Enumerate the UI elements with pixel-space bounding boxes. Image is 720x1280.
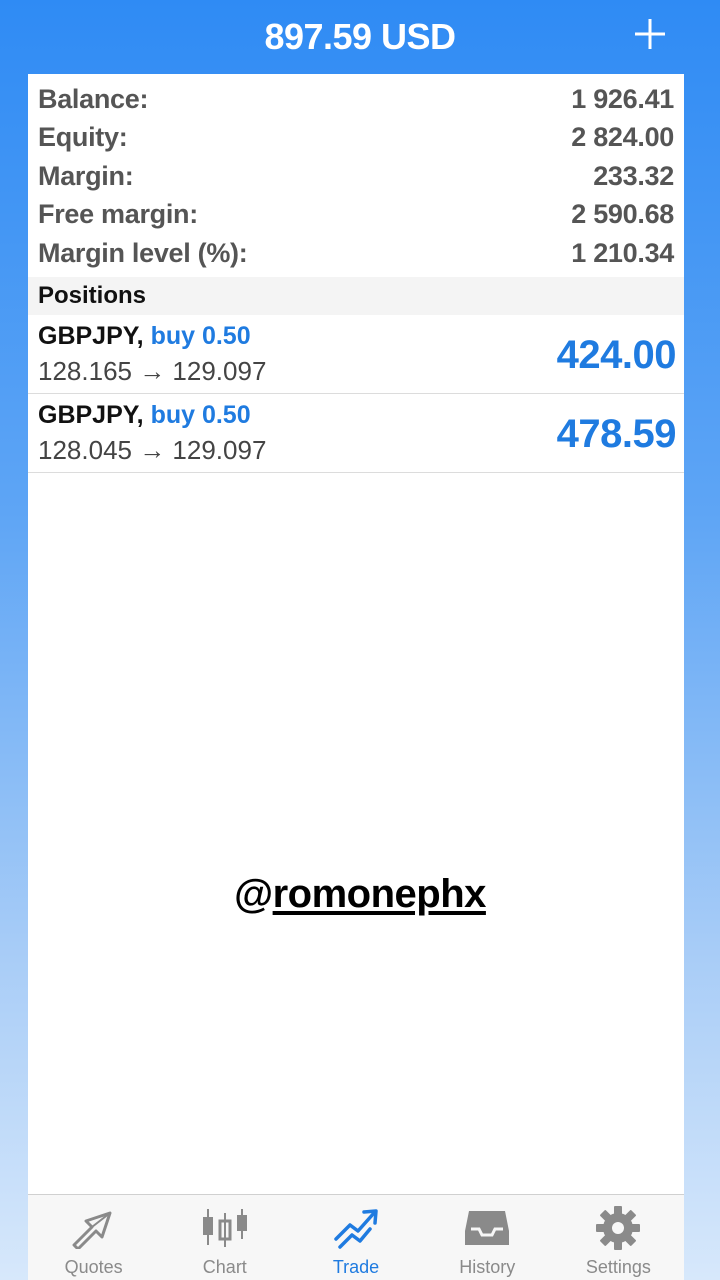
summary-row-balance: Balance: 1 926.41 [38, 80, 674, 119]
bottom-tab-bar: Quotes Chart Trade History Settings [28, 1194, 684, 1280]
position-row[interactable]: GBPJPY, buy 0.50 128.165 → 129.097 424.0… [28, 315, 684, 394]
watermark-username: romonephx [272, 872, 487, 916]
position-profit: 478.59 [556, 412, 677, 456]
tab-chart-label: Chart [202, 1257, 247, 1277]
tab-quotes[interactable]: Quotes [28, 1195, 159, 1280]
balance-value: 1 926.41 [571, 83, 674, 114]
position-symbol: GBPJPY, [38, 322, 144, 350]
balance-label: Balance: [38, 83, 149, 114]
position-side: buy 0.50 [150, 322, 251, 350]
tab-settings[interactable]: Settings [553, 1195, 684, 1280]
margin-value: 233.32 [593, 160, 674, 191]
position-symbol: GBPJPY, [38, 401, 144, 429]
account-equity-title: 897.59 USD [264, 16, 456, 57]
margin-level-value: 1 210.34 [571, 237, 674, 268]
gear-icon [593, 1205, 643, 1251]
tab-history-label: History [459, 1257, 516, 1277]
inbox-icon [462, 1205, 512, 1251]
watermark-handle: @romonephx [0, 872, 720, 917]
summary-row-free-margin: Free margin: 2 590.68 [38, 196, 674, 235]
free-margin-label: Free margin: [38, 199, 198, 230]
margin-level-label: Margin level (%): [38, 237, 248, 268]
quotes-icon [69, 1205, 119, 1251]
account-summary: Balance: 1 926.41 Equity: 2 824.00 Margi… [28, 74, 684, 277]
tab-chart[interactable]: Chart [159, 1195, 290, 1280]
summary-row-margin-level: Margin level (%): 1 210.34 [38, 234, 674, 273]
position-profit: 424.00 [556, 333, 677, 377]
positions-header: Positions [28, 277, 684, 315]
equity-label: Equity: [38, 122, 128, 153]
equity-value: 2 824.00 [571, 122, 674, 153]
tab-trade-label: Trade [332, 1257, 380, 1277]
position-row[interactable]: GBPJPY, buy 0.50 128.045 → 129.097 478.5… [28, 394, 684, 473]
trade-panel: Balance: 1 926.41 Equity: 2 824.00 Margi… [28, 74, 684, 1280]
trade-icon [331, 1205, 381, 1251]
position-side: buy 0.50 [150, 401, 251, 429]
tab-history[interactable]: History [422, 1195, 553, 1280]
candlestick-chart-icon [200, 1205, 250, 1251]
add-button[interactable] [628, 12, 672, 56]
top-bar: 897.59 USD [0, 0, 720, 74]
summary-row-margin: Margin: 233.32 [38, 157, 674, 196]
tab-quotes-label: Quotes [64, 1257, 123, 1277]
watermark-at: @ [234, 872, 273, 916]
tab-trade[interactable]: Trade [290, 1195, 421, 1280]
plus-icon [635, 19, 665, 49]
tab-settings-label: Settings [585, 1257, 651, 1277]
margin-label: Margin: [38, 160, 134, 191]
summary-row-equity: Equity: 2 824.00 [38, 119, 674, 158]
free-margin-value: 2 590.68 [571, 199, 674, 230]
